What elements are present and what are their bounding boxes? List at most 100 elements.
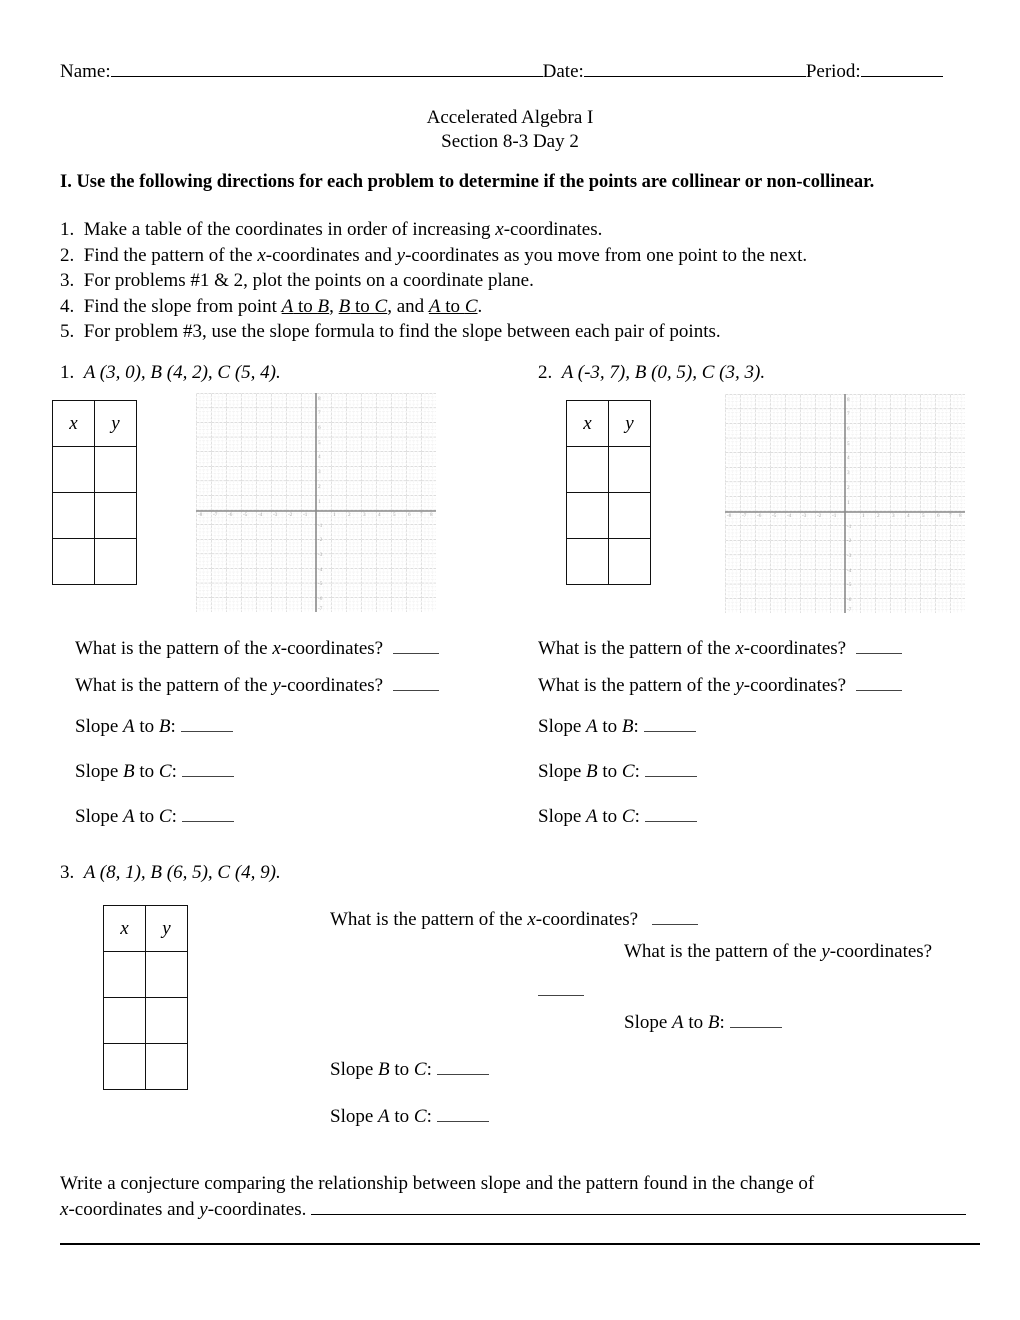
- svg-text:-6: -6: [318, 596, 323, 602]
- svg-text:7: 7: [420, 512, 423, 518]
- answer-blank-slope-ac[interactable]: [181, 804, 234, 822]
- svg-text:-5: -5: [243, 512, 248, 518]
- cell-y[interactable]: [608, 446, 651, 493]
- name-blank[interactable]: [110, 58, 543, 78]
- svg-text:6: 6: [937, 513, 940, 519]
- svg-text:8: 8: [959, 513, 962, 519]
- question-pattern-y-problem-3: What is the pattern of the y-coordinates…: [624, 941, 933, 962]
- svg-text:-7: -7: [742, 513, 747, 519]
- worksheet-title: Accelerated Algebra I Section 8-3 Day 2: [0, 106, 1020, 154]
- name-label: Name:: [60, 61, 111, 83]
- cell-y[interactable]: [145, 951, 188, 998]
- question-slope-bc: Slope B to C:: [75, 749, 439, 794]
- conjecture-line-2: x-coordinates and y-coordinates.: [60, 1196, 980, 1222]
- coordinate-grid-svg: -8 -7 -6 -5 -4 -3 -2 -1 1 2 3 4 5 6 7 8 8 7 6 5 4 3 2 1 -1…: [196, 393, 436, 612]
- svg-text:-1: -1: [303, 512, 308, 518]
- svg-text:-2: -2: [817, 513, 822, 519]
- svg-text:2: 2: [877, 513, 880, 519]
- coordinate-plane-problem-1[interactable]: -8 -7 -6 -5 -4 -3 -2 -1 1 2 3 4 5 6 7 8 8 7 6 5 4 3 2 1 -1…: [196, 393, 436, 612]
- question-block-problem-1: What is the pattern of the x-coordinates…: [75, 630, 439, 839]
- svg-text:-4: -4: [847, 568, 852, 574]
- svg-text:-3: -3: [273, 512, 278, 518]
- svg-text:-2: -2: [288, 512, 293, 518]
- cell-y[interactable]: [608, 538, 651, 585]
- answer-blank-slope-bc[interactable]: [181, 759, 234, 777]
- cell-x[interactable]: [52, 446, 95, 493]
- student-info-line: Name: Date: Period:: [60, 58, 965, 83]
- answer-blank-slope-ac[interactable]: [644, 804, 697, 822]
- date-blank[interactable]: [583, 58, 806, 78]
- cell-x[interactable]: [103, 951, 146, 998]
- svg-text:5: 5: [922, 513, 925, 519]
- question-pattern-y: What is the pattern of the y-coordinates…: [75, 667, 439, 704]
- svg-text:2: 2: [348, 512, 351, 518]
- conjecture-answer-blank-2[interactable]: [60, 1243, 980, 1245]
- problem-1-heading: 1. A (3, 0), B (4, 2), C (5, 4).: [60, 362, 281, 384]
- problem-2-number: 2.: [538, 362, 553, 383]
- question-slope-bc-problem-3: Slope B to C:: [330, 1057, 489, 1081]
- table-row: [52, 446, 137, 493]
- period-blank[interactable]: [860, 58, 943, 78]
- answer-blank-pattern-y-wrap: [538, 978, 584, 1002]
- svg-text:2: 2: [318, 484, 321, 490]
- column-header-x: x: [566, 400, 609, 447]
- direction-item-1: 1. Make a table of the coordinates in or…: [60, 219, 603, 240]
- column-header-y: y: [145, 905, 188, 952]
- svg-text:4: 4: [378, 512, 381, 518]
- cell-x[interactable]: [103, 1043, 146, 1090]
- question-pattern-x-problem-3: What is the pattern of the x-coordinates…: [330, 907, 699, 931]
- svg-text:-2: -2: [318, 537, 323, 543]
- section-heading: I. Use the following directions for each…: [60, 172, 875, 192]
- svg-text:7: 7: [847, 411, 850, 417]
- cell-x[interactable]: [52, 538, 95, 585]
- answer-blank-pattern-x[interactable]: [392, 636, 439, 654]
- answer-blank-pattern-x[interactable]: [855, 636, 902, 654]
- problem-3-number: 3.: [60, 862, 75, 883]
- svg-text:-4: -4: [787, 513, 792, 519]
- table-row: [566, 446, 651, 493]
- svg-text:-7: -7: [318, 606, 323, 612]
- cell-x[interactable]: [52, 492, 95, 539]
- answer-blank-slope-ab[interactable]: [180, 714, 233, 732]
- svg-text:8: 8: [318, 396, 321, 402]
- cell-y[interactable]: [94, 492, 137, 539]
- svg-text:-3: -3: [802, 513, 807, 519]
- answer-blank-slope-ab[interactable]: [643, 714, 696, 732]
- svg-text:4: 4: [847, 455, 850, 461]
- coordinate-plane-problem-2[interactable]: -8 -7 -6 -5 -4 -3 -2 -1 1 2 3 4 5 6 7 8 8 7 6 5 4 3 2 1 -1…: [725, 394, 965, 613]
- table-row: [566, 492, 651, 539]
- answer-blank-pattern-y[interactable]: [538, 978, 584, 997]
- answer-blank-pattern-y[interactable]: [855, 673, 902, 691]
- cell-x[interactable]: [103, 997, 146, 1044]
- answer-blank-slope-bc[interactable]: [436, 1057, 489, 1076]
- cell-y[interactable]: [608, 492, 651, 539]
- cell-y[interactable]: [145, 997, 188, 1044]
- conjecture-answer-blank-1[interactable]: [311, 1196, 967, 1216]
- svg-text:7: 7: [318, 410, 321, 416]
- cell-y[interactable]: [94, 446, 137, 493]
- svg-text:-5: -5: [318, 581, 323, 587]
- table-row: [52, 492, 137, 539]
- answer-blank-slope-bc[interactable]: [644, 759, 697, 777]
- cell-x[interactable]: [566, 492, 609, 539]
- table-row: [103, 1043, 188, 1090]
- table-header-row: x y: [103, 905, 188, 952]
- svg-text:-1: -1: [832, 513, 837, 519]
- question-slope-ac: Slope A to C:: [75, 794, 439, 839]
- answer-blank-slope-ac[interactable]: [436, 1104, 489, 1123]
- table-row: [103, 951, 188, 998]
- course-title: Accelerated Algebra I: [426, 107, 594, 128]
- cell-y[interactable]: [145, 1043, 188, 1090]
- period-label: Period:: [805, 61, 861, 83]
- cell-x[interactable]: [566, 446, 609, 493]
- answer-blank-pattern-y[interactable]: [392, 673, 439, 691]
- cell-y[interactable]: [94, 538, 137, 585]
- direction-item-2: 2. Find the pattern of the x-coordinates…: [60, 244, 808, 266]
- svg-text:-7: -7: [213, 512, 218, 518]
- table-row: [566, 538, 651, 585]
- answer-blank-pattern-x[interactable]: [652, 907, 699, 926]
- cell-x[interactable]: [566, 538, 609, 585]
- answer-blank-slope-ab[interactable]: [729, 1010, 782, 1029]
- svg-text:3: 3: [847, 470, 850, 476]
- question-slope-ac: Slope A to C:: [538, 794, 902, 839]
